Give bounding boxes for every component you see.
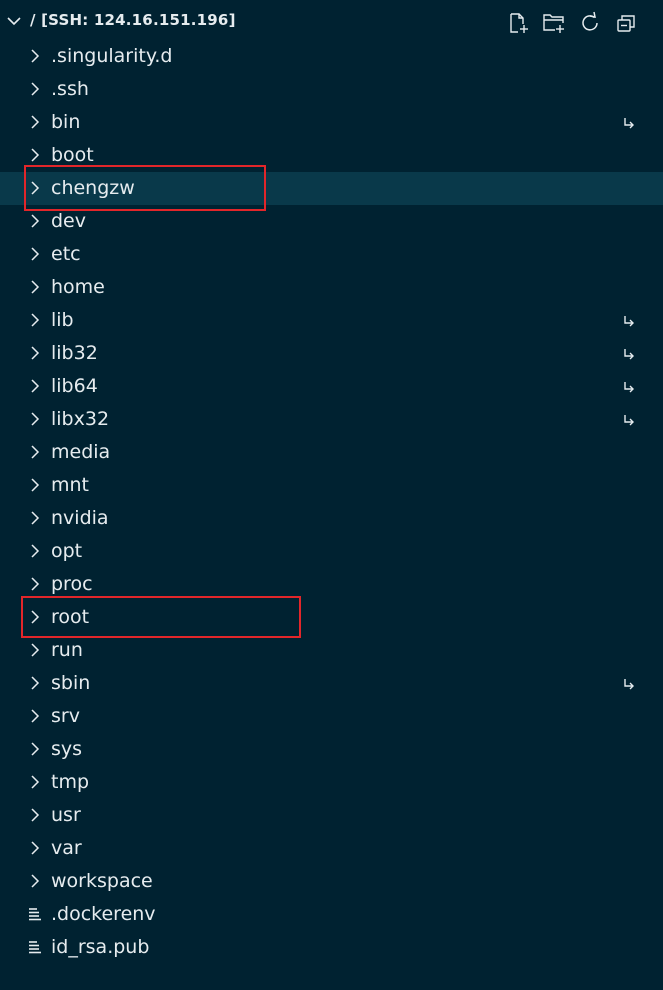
tree-item-label: proc bbox=[51, 573, 93, 595]
chevron-right-icon[interactable] bbox=[27, 873, 43, 889]
tree-item-label: opt bbox=[51, 540, 83, 562]
tree-folder-item[interactable]: media bbox=[0, 436, 663, 469]
tree-folder-item[interactable]: lib64 bbox=[0, 370, 663, 403]
tree-folder-item[interactable]: .ssh bbox=[0, 73, 663, 106]
chevron-right-icon[interactable] bbox=[27, 510, 43, 526]
tree-folder-item[interactable]: sys bbox=[0, 733, 663, 766]
tree-item-label: id_rsa.pub bbox=[51, 936, 150, 958]
tree-item-label: nvidia bbox=[51, 507, 109, 529]
tree-folder-item[interactable]: lib bbox=[0, 304, 663, 337]
tree-item-label: dev bbox=[51, 210, 86, 232]
chevron-right-icon[interactable] bbox=[27, 708, 43, 724]
symlink-arrow-icon bbox=[622, 347, 636, 361]
tree-item-label: libx32 bbox=[51, 408, 110, 430]
tree-item-label: srv bbox=[51, 705, 80, 727]
tree-item-label: sbin bbox=[51, 672, 91, 694]
tree-folder-item[interactable]: etc bbox=[0, 238, 663, 271]
tree-item-label: bin bbox=[51, 111, 81, 133]
file-explorer: / [SSH: 124.16.151.196] .singularity.d .… bbox=[0, 0, 663, 990]
tree-folder-item[interactable]: sbin bbox=[0, 667, 663, 700]
annotation-box-chengzw bbox=[24, 165, 266, 211]
tree-item-label: boot bbox=[51, 144, 94, 166]
tree-item-label: run bbox=[51, 639, 83, 661]
tree-folder-item[interactable]: workspace bbox=[0, 865, 663, 898]
tree-folder-item[interactable]: .singularity.d bbox=[0, 40, 663, 73]
tree-file-item[interactable]: id_rsa.pub bbox=[0, 931, 663, 964]
chevron-right-icon[interactable] bbox=[27, 246, 43, 262]
tree-item-label: etc bbox=[51, 243, 81, 265]
chevron-right-icon[interactable] bbox=[27, 576, 43, 592]
explorer-actions bbox=[505, 10, 639, 36]
symlink-arrow-icon bbox=[622, 116, 636, 130]
explorer-title: / [SSH: 124.16.151.196] bbox=[30, 11, 236, 29]
chevron-right-icon[interactable] bbox=[27, 807, 43, 823]
tree-folder-item[interactable]: opt bbox=[0, 535, 663, 568]
chevron-right-icon[interactable] bbox=[27, 642, 43, 658]
collapse-all-icon[interactable] bbox=[613, 10, 639, 36]
refresh-icon[interactable] bbox=[577, 10, 603, 36]
chevron-right-icon[interactable] bbox=[27, 444, 43, 460]
tree-item-label: sys bbox=[51, 738, 83, 760]
chevron-right-icon[interactable] bbox=[27, 114, 43, 130]
text-file-icon bbox=[27, 906, 43, 922]
text-file-icon bbox=[27, 939, 43, 955]
chevron-right-icon[interactable] bbox=[27, 345, 43, 361]
tree-folder-item[interactable]: usr bbox=[0, 799, 663, 832]
tree-folder-item[interactable]: tmp bbox=[0, 766, 663, 799]
tree-file-item[interactable]: .dockerenv bbox=[0, 898, 663, 931]
chevron-right-icon[interactable] bbox=[27, 774, 43, 790]
chevron-down-icon[interactable] bbox=[4, 11, 24, 31]
tree-folder-item[interactable]: bin bbox=[0, 106, 663, 139]
tree-item-label: .dockerenv bbox=[51, 903, 156, 925]
tree-item-label: home bbox=[51, 276, 105, 298]
tree-folder-item[interactable]: nvidia bbox=[0, 502, 663, 535]
chevron-right-icon[interactable] bbox=[27, 279, 43, 295]
tree-folder-item[interactable]: home bbox=[0, 271, 663, 304]
annotation-box-root bbox=[21, 596, 301, 638]
new-folder-icon[interactable] bbox=[541, 10, 567, 36]
chevron-right-icon[interactable] bbox=[27, 312, 43, 328]
chevron-right-icon[interactable] bbox=[27, 411, 43, 427]
tree-item-label: media bbox=[51, 441, 111, 463]
symlink-arrow-icon bbox=[622, 413, 636, 427]
tree-item-label: lib64 bbox=[51, 375, 98, 397]
tree-item-label: .singularity.d bbox=[51, 45, 173, 67]
chevron-right-icon[interactable] bbox=[27, 840, 43, 856]
symlink-arrow-icon bbox=[622, 677, 636, 691]
chevron-right-icon[interactable] bbox=[27, 675, 43, 691]
symlink-arrow-icon bbox=[622, 314, 636, 328]
tree-item-label: workspace bbox=[51, 870, 153, 892]
tree-folder-item[interactable]: run bbox=[0, 634, 663, 667]
tree-item-label: lib bbox=[51, 309, 74, 331]
tree-item-label: .ssh bbox=[51, 78, 89, 100]
symlink-arrow-icon bbox=[622, 380, 636, 394]
chevron-right-icon[interactable] bbox=[27, 213, 43, 229]
chevron-right-icon[interactable] bbox=[27, 378, 43, 394]
chevron-right-icon[interactable] bbox=[27, 48, 43, 64]
chevron-right-icon[interactable] bbox=[27, 147, 43, 163]
chevron-right-icon[interactable] bbox=[27, 81, 43, 97]
tree-item-label: usr bbox=[51, 804, 81, 826]
tree-item-label: mnt bbox=[51, 474, 89, 496]
chevron-right-icon[interactable] bbox=[27, 543, 43, 559]
tree-folder-item[interactable]: lib32 bbox=[0, 337, 663, 370]
tree-item-label: tmp bbox=[51, 771, 90, 793]
tree-folder-item[interactable]: libx32 bbox=[0, 403, 663, 436]
explorer-header[interactable]: / [SSH: 124.16.151.196] bbox=[0, 0, 663, 40]
tree-folder-item[interactable]: var bbox=[0, 832, 663, 865]
tree-item-label: lib32 bbox=[51, 342, 98, 364]
tree-item-label: var bbox=[51, 837, 82, 859]
chevron-right-icon[interactable] bbox=[27, 741, 43, 757]
tree-folder-item[interactable]: mnt bbox=[0, 469, 663, 502]
chevron-right-icon[interactable] bbox=[27, 477, 43, 493]
tree-folder-item[interactable]: srv bbox=[0, 700, 663, 733]
new-file-icon[interactable] bbox=[505, 10, 531, 36]
